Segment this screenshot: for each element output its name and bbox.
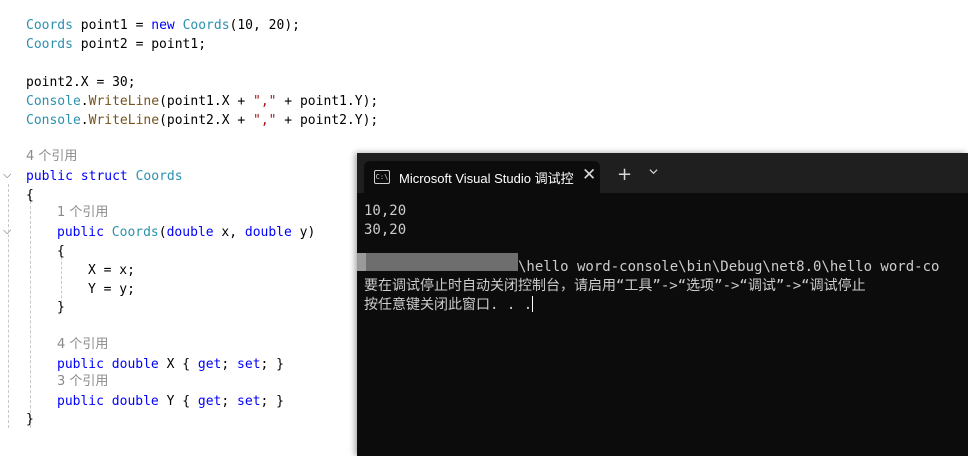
code-line: Coords point1 = new Coords(10, 20); — [26, 18, 300, 33]
code-line: public Coords(double x, double y) — [57, 225, 316, 240]
code-line: point2.X = 30; — [26, 75, 136, 90]
console-app-icon: C:\ — [374, 170, 390, 184]
code-line: } — [26, 412, 34, 427]
close-icon[interactable]: ✕ — [582, 165, 596, 185]
code-line: public struct Coords — [26, 169, 183, 184]
debug-console-window[interactable]: C:\ Microsoft Visual Studio 调试控 ✕ + 10,2… — [357, 153, 968, 456]
console-output-line: 按任意键关闭此窗口. . . — [364, 296, 534, 313]
terminal-tab[interactable]: C:\ Microsoft Visual Studio 调试控 ✕ — [364, 161, 600, 193]
console-output-path: \hello word-console\bin\Debug\net8.0\hel… — [518, 259, 940, 275]
terminal-tab-bar: C:\ Microsoft Visual Studio 调试控 ✕ + — [357, 153, 968, 193]
redacted-path-edge — [357, 253, 366, 271]
fold-chevron-icon[interactable]: ⌵ — [3, 169, 13, 180]
code-line: Coords point2 = point1; — [26, 37, 207, 52]
plus-icon[interactable]: + — [617, 164, 632, 185]
console-output-line: 要在调试停止时自动关闭控制台，请启用“工具”->“选项”->“调试”->“调试停… — [364, 278, 866, 294]
codelens-references[interactable]: 4 个引用 — [26, 147, 77, 166]
tab-title: Microsoft Visual Studio 调试控 — [399, 171, 574, 186]
console-output-line: 30,20 — [364, 222, 407, 238]
text-cursor — [532, 296, 534, 312]
code-line: public double Y { get; set; } — [57, 394, 285, 409]
code-line: { — [26, 188, 34, 203]
code-line: X = x; — [88, 263, 135, 278]
fold-guide — [8, 184, 9, 428]
code-line: } — [57, 300, 65, 315]
indent-guide — [30, 196, 31, 428]
codelens-references[interactable]: 4 个引用 — [57, 335, 108, 354]
code-line: Y = y; — [88, 282, 135, 297]
redacted-path — [357, 253, 518, 271]
codelens-references[interactable]: 1 个引用 — [57, 203, 108, 222]
chevron-down-icon[interactable] — [649, 167, 658, 176]
code-line: Console.WriteLine(point1.X + "," + point… — [26, 94, 379, 109]
codelens-references[interactable]: 3 个引用 — [57, 372, 108, 391]
code-line: Console.WriteLine(point2.X + "," + point… — [26, 113, 379, 128]
console-output-line: 10,20 — [364, 203, 407, 219]
code-line: { — [57, 244, 65, 259]
